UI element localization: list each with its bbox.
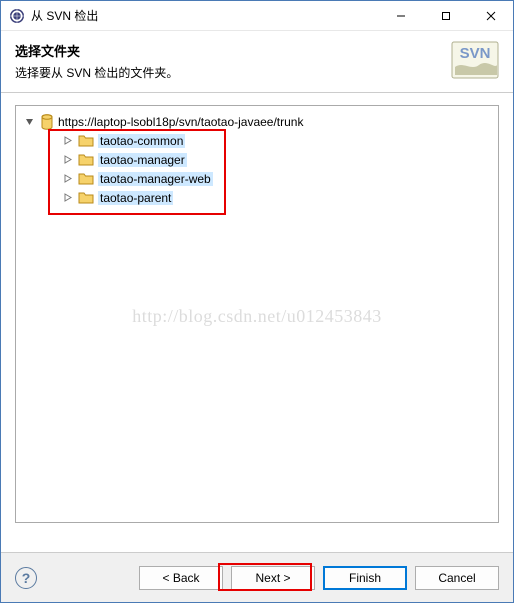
svg-text:SVN: SVN bbox=[460, 45, 491, 62]
folder-icon bbox=[78, 191, 94, 205]
close-button[interactable] bbox=[468, 1, 513, 30]
back-button[interactable]: < Back bbox=[139, 566, 223, 590]
expander-closed-icon[interactable] bbox=[62, 192, 73, 203]
folder-icon bbox=[78, 153, 94, 167]
window-controls bbox=[378, 1, 513, 30]
finish-button[interactable]: Finish bbox=[323, 566, 407, 590]
dialog-header: 选择文件夹 选择要从 SVN 检出的文件夹。 SVN bbox=[1, 31, 513, 93]
expander-closed-icon[interactable] bbox=[62, 135, 73, 146]
tree-item[interactable]: taotao-manager-web bbox=[20, 169, 494, 188]
watermark-text: http://blog.csdn.net/u012453843 bbox=[16, 306, 498, 327]
app-icon bbox=[9, 8, 25, 24]
tree-item[interactable]: taotao-parent bbox=[20, 188, 494, 207]
tree-item[interactable]: taotao-manager bbox=[20, 150, 494, 169]
tree-root-row[interactable]: https://laptop-lsobl18p/svn/taotao-javae… bbox=[20, 112, 494, 131]
expander-closed-icon[interactable] bbox=[62, 173, 73, 184]
header-subheading: 选择要从 SVN 检出的文件夹。 bbox=[15, 64, 499, 81]
header-heading: 选择文件夹 bbox=[15, 41, 499, 60]
tree-item[interactable]: taotao-common bbox=[20, 131, 494, 150]
next-button[interactable]: Next > bbox=[231, 566, 315, 590]
tree-item-label: taotao-common bbox=[98, 134, 185, 148]
repository-icon bbox=[40, 114, 54, 130]
folder-icon bbox=[78, 134, 94, 148]
button-bar: ? < Back Next > Finish Cancel bbox=[1, 552, 513, 602]
title-bar: 从 SVN 检出 bbox=[1, 1, 513, 31]
expander-open-icon[interactable] bbox=[24, 116, 35, 127]
cancel-button[interactable]: Cancel bbox=[415, 566, 499, 590]
minimize-button[interactable] bbox=[378, 1, 423, 30]
tree-item-label: taotao-manager-web bbox=[98, 172, 213, 186]
tree-item-label: taotao-parent bbox=[98, 191, 173, 205]
expander-closed-icon[interactable] bbox=[62, 154, 73, 165]
help-icon[interactable]: ? bbox=[15, 567, 37, 589]
window-title: 从 SVN 检出 bbox=[31, 7, 98, 24]
folder-icon bbox=[78, 172, 94, 186]
folder-tree[interactable]: https://laptop-lsobl18p/svn/taotao-javae… bbox=[15, 105, 499, 523]
svn-logo: SVN bbox=[451, 41, 499, 79]
maximize-button[interactable] bbox=[423, 1, 468, 30]
tree-root-label: https://laptop-lsobl18p/svn/taotao-javae… bbox=[58, 115, 303, 129]
content-area: https://laptop-lsobl18p/svn/taotao-javae… bbox=[1, 93, 513, 523]
tree-item-label: taotao-manager bbox=[98, 153, 187, 167]
